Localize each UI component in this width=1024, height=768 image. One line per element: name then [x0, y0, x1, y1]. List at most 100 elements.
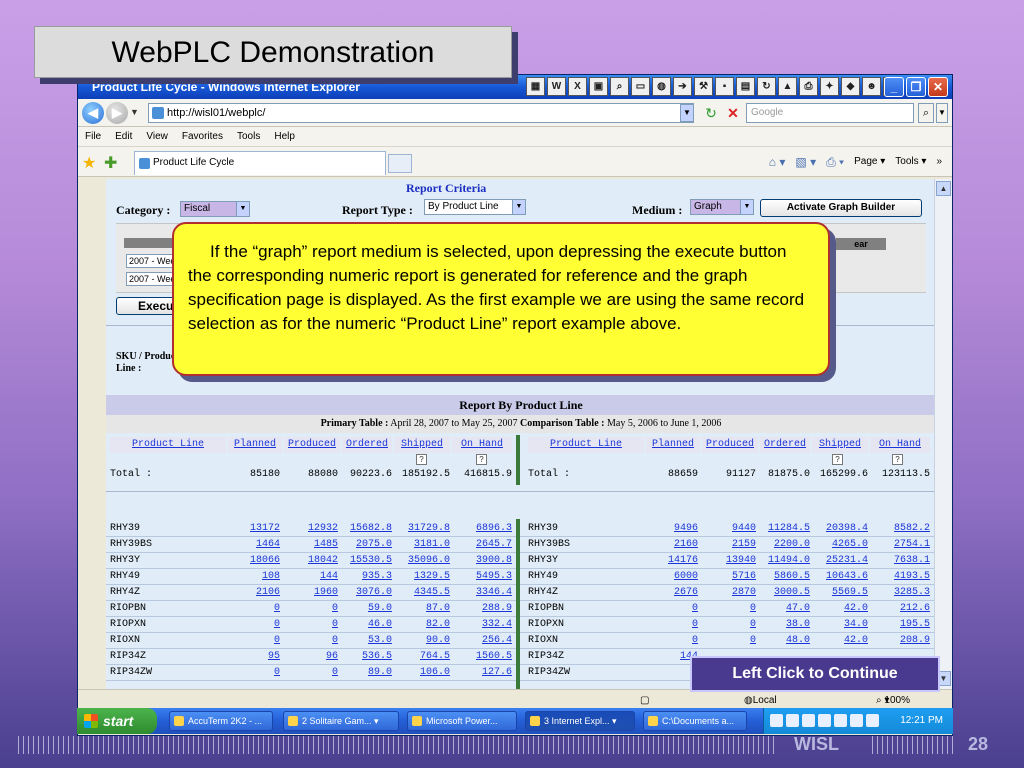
value-cell-compare[interactable]: 2754.1 — [870, 537, 930, 552]
value-cell-compare[interactable]: 13940 — [702, 553, 756, 568]
people-icon[interactable]: ☻ — [862, 77, 881, 96]
tray-icon[interactable] — [802, 714, 815, 727]
value-cell[interactable]: 1464 — [228, 537, 280, 552]
col-shipped[interactable]: Shipped — [394, 437, 450, 453]
value-cell-compare[interactable]: 0 — [646, 601, 698, 616]
value-cell-compare[interactable]: 3000.5 — [758, 585, 810, 600]
task-explorer[interactable]: C:\Documents a... — [643, 711, 747, 731]
value-cell-compare[interactable]: 4265.0 — [812, 537, 868, 552]
value-cell[interactable]: 3181.0 — [394, 537, 450, 552]
col-product-line-compare[interactable]: Product Line — [528, 437, 644, 453]
value-cell[interactable]: 0 — [284, 633, 338, 648]
value-cell[interactable]: 0 — [228, 601, 280, 616]
value-cell[interactable]: 2106 — [228, 585, 280, 600]
value-cell[interactable]: 89.0 — [340, 665, 392, 680]
value-cell-compare[interactable]: 47.0 — [758, 601, 810, 616]
toolbar-icon[interactable]: ▦ — [526, 77, 545, 96]
value-cell[interactable]: 0 — [284, 617, 338, 632]
value-cell[interactable]: 935.3 — [340, 569, 392, 584]
chevron-more-icon[interactable]: » — [936, 153, 942, 171]
url-dropdown-icon[interactable]: ▼ — [680, 104, 694, 122]
tray-icon[interactable] — [786, 714, 799, 727]
window-icon[interactable]: ▣ — [589, 77, 608, 96]
menu-tools[interactable]: Tools — [230, 127, 267, 146]
value-cell-compare[interactable]: 9440 — [702, 521, 756, 536]
value-cell-compare[interactable]: 25231.4 — [812, 553, 868, 568]
menu-view[interactable]: View — [139, 127, 175, 146]
help-icon[interactable]: ? — [476, 454, 487, 465]
value-cell[interactable]: 2645.7 — [452, 537, 512, 552]
col-product-line[interactable]: Product Line — [110, 437, 226, 453]
value-cell-compare[interactable]: 7638.1 — [870, 553, 930, 568]
value-cell[interactable]: 95 — [228, 649, 280, 664]
word-icon[interactable]: W — [547, 77, 566, 96]
value-cell[interactable]: 108 — [228, 569, 280, 584]
chart-icon[interactable]: ▲ — [778, 77, 797, 96]
value-cell-compare[interactable]: 5860.5 — [758, 569, 810, 584]
tab-product-life-cycle[interactable]: Product Life Cycle — [134, 151, 386, 175]
close-button[interactable]: ✕ — [928, 77, 948, 97]
value-cell-compare[interactable]: 0 — [702, 617, 756, 632]
continue-button[interactable]: Left Click to Continue — [690, 656, 940, 692]
value-cell-compare[interactable]: 4193.5 — [870, 569, 930, 584]
value-cell[interactable]: 0 — [284, 665, 338, 680]
value-cell-compare[interactable]: 212.6 — [870, 601, 930, 616]
value-cell[interactable]: 53.0 — [340, 633, 392, 648]
value-cell[interactable]: 15530.5 — [340, 553, 392, 568]
back-icon[interactable]: ◀ — [82, 102, 104, 124]
refresh-icon[interactable]: ↻ — [700, 104, 722, 122]
tools-menu[interactable]: Tools ▾ — [895, 153, 926, 171]
menu-favorites[interactable]: Favorites — [175, 127, 230, 146]
value-cell-compare[interactable]: 0 — [702, 601, 756, 616]
value-cell-compare[interactable]: 2200.0 — [758, 537, 810, 552]
calc-icon[interactable]: ▤ — [736, 77, 755, 96]
value-cell[interactable]: 3900.8 — [452, 553, 512, 568]
value-cell-compare[interactable]: 9496 — [646, 521, 698, 536]
value-cell[interactable]: 31729.8 — [394, 521, 450, 536]
value-cell[interactable]: 15682.8 — [340, 521, 392, 536]
value-cell[interactable]: 59.0 — [340, 601, 392, 616]
task-accuterm[interactable]: AccuTerm 2K2 - ... — [169, 711, 273, 731]
value-cell[interactable]: 3346.4 — [452, 585, 512, 600]
url-input[interactable]: http://wisl01/webplc/ — [148, 103, 694, 123]
col-shipped-compare[interactable]: Shipped — [812, 437, 868, 453]
value-cell[interactable]: 96 — [284, 649, 338, 664]
value-cell-compare[interactable]: 0 — [646, 633, 698, 648]
tray-icon[interactable] — [818, 714, 831, 727]
restore-button[interactable]: ❐ — [906, 77, 926, 97]
col-produced-compare[interactable]: Produced — [702, 437, 758, 453]
value-cell[interactable]: 18042 — [284, 553, 338, 568]
category-select[interactable]: Fiscal ▼ — [180, 201, 250, 217]
report-type-select[interactable]: By Product Line ▼ — [424, 199, 526, 215]
value-cell[interactable]: 1560.5 — [452, 649, 512, 664]
add-favorite-icon[interactable]: ✚ — [104, 153, 117, 173]
value-cell[interactable]: 4345.5 — [394, 585, 450, 600]
value-cell[interactable]: 46.0 — [340, 617, 392, 632]
start-button[interactable]: start — [77, 708, 157, 734]
favorites-star-icon[interactable]: ★ — [82, 153, 96, 173]
forward-icon[interactable]: ▶ — [106, 102, 128, 124]
value-cell-compare[interactable]: 5569.5 — [812, 585, 868, 600]
value-cell-compare[interactable]: 2160 — [646, 537, 698, 552]
terminal-icon[interactable]: ▪ — [715, 77, 734, 96]
value-cell[interactable]: 0 — [228, 617, 280, 632]
value-cell-compare[interactable]: 2676 — [646, 585, 698, 600]
value-cell-compare[interactable]: 5716 — [702, 569, 756, 584]
value-cell-compare[interactable]: 0 — [646, 617, 698, 632]
col-planned-compare[interactable]: Planned — [646, 437, 700, 453]
value-cell[interactable]: 90.0 — [394, 633, 450, 648]
menu-help[interactable]: Help — [267, 127, 302, 146]
value-cell[interactable]: 0 — [228, 633, 280, 648]
col-on-hand[interactable]: On Hand — [452, 437, 512, 453]
value-cell-compare[interactable]: 11494.0 — [758, 553, 810, 568]
search-icon[interactable]: ⌕ — [918, 103, 934, 123]
value-cell[interactable]: 3076.0 — [340, 585, 392, 600]
value-cell[interactable]: 0 — [228, 665, 280, 680]
print-icon[interactable]: ⎙ ▾ — [826, 153, 844, 171]
value-cell[interactable]: 144 — [284, 569, 338, 584]
excel-icon[interactable]: X — [568, 77, 587, 96]
value-cell[interactable]: 106.0 — [394, 665, 450, 680]
wand-icon[interactable]: ✦ — [820, 77, 839, 96]
col-ordered[interactable]: Ordered — [342, 437, 392, 453]
value-cell[interactable]: 127.6 — [452, 665, 512, 680]
